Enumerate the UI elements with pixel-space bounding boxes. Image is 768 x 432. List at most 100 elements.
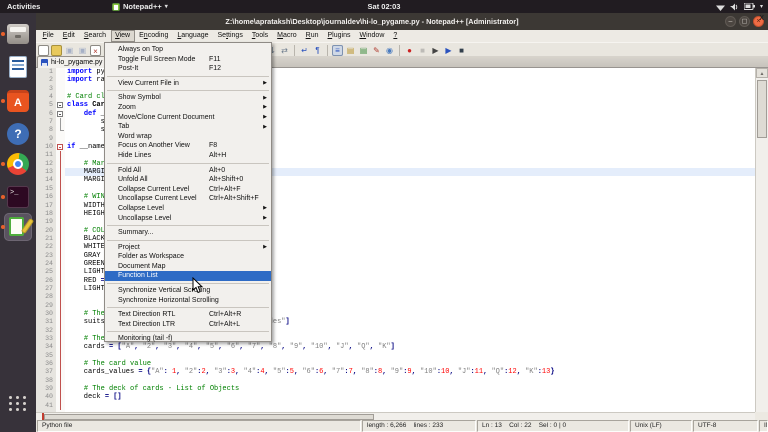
fold-collapse-icon[interactable] bbox=[56, 110, 65, 118]
maximize-button[interactable]: ◻ bbox=[739, 16, 750, 27]
menu-item-tab[interactable]: Tab▶ bbox=[105, 122, 271, 132]
tab-hi-lo-pygame[interactable]: hi-lo_pygame.py bbox=[37, 56, 108, 68]
status-encoding[interactable]: UTF-8 bbox=[693, 420, 758, 432]
status-insert-mode[interactable]: INS bbox=[759, 420, 768, 432]
menu-settings[interactable]: Settings bbox=[213, 30, 247, 42]
sync-horizontal-scrolling-icon[interactable]: ⇄ bbox=[279, 45, 290, 56]
menu-item-fold-all[interactable]: Fold AllAlt+0 bbox=[105, 166, 271, 176]
dock-item-notepad-plus-plus[interactable] bbox=[4, 213, 32, 241]
menu-item-summary[interactable]: Summary... bbox=[105, 228, 271, 238]
run-macro-multiple-icon[interactable]: ▶ bbox=[443, 45, 454, 56]
menu-macro[interactable]: Macro bbox=[273, 30, 301, 42]
document-map-icon[interactable]: ▤ bbox=[345, 45, 356, 56]
fold-margin-cell bbox=[56, 243, 65, 251]
dock-item-help[interactable]: ? bbox=[4, 120, 32, 148]
playback-macro-icon[interactable]: ▶ bbox=[430, 45, 441, 56]
menu-window[interactable]: Window bbox=[355, 30, 389, 42]
fold-collapse-icon[interactable] bbox=[56, 101, 65, 109]
close-document-icon[interactable]: × bbox=[90, 45, 101, 56]
menu-item-collapse-level[interactable]: Collapse Level▶ bbox=[105, 204, 271, 214]
fold-margin-cell bbox=[56, 377, 65, 385]
line-number: 32 bbox=[36, 327, 56, 335]
scroll-up-arrow-icon[interactable]: ▲ bbox=[756, 68, 768, 78]
menu-item-synchronize-horizontal-scrolling[interactable]: Synchronize Horizontal Scrolling bbox=[105, 296, 271, 306]
title-bar[interactable]: Z:\home\aprataksh\Desktop\journaldev\hi-… bbox=[36, 13, 768, 30]
menu-edit[interactable]: Edit bbox=[58, 30, 79, 42]
save-macro-icon[interactable]: ■ bbox=[456, 45, 467, 56]
menu-tools[interactable]: Tools bbox=[247, 30, 272, 42]
code-line-35[interactable] bbox=[65, 352, 768, 360]
menu-file[interactable]: File bbox=[38, 30, 58, 42]
system-tray[interactable]: ▾ bbox=[716, 0, 763, 13]
menu-plugins[interactable]: Plugins bbox=[323, 30, 355, 42]
menu-item-collapse-current-level[interactable]: Collapse Current LevelCtrl+Alt+F bbox=[105, 185, 271, 195]
code-line-36[interactable]: # The card value bbox=[65, 360, 768, 368]
code-line-37[interactable]: cards_values = {"A": 1, "2":2, "3":3, "4… bbox=[65, 368, 768, 376]
open-file-icon[interactable] bbox=[51, 45, 62, 56]
function-list-icon[interactable]: ≡ bbox=[332, 45, 343, 56]
menu-item-function-list[interactable]: Function List bbox=[105, 271, 271, 281]
record-macro-icon[interactable]: ● bbox=[404, 45, 415, 56]
dock-item-files[interactable] bbox=[4, 20, 32, 48]
menubar-close-button[interactable]: X bbox=[759, 13, 764, 25]
dock-item-terminal[interactable]: >_ bbox=[4, 183, 32, 211]
menu-item-folder-as-workspace[interactable]: Folder as Workspace bbox=[105, 252, 271, 262]
menu-item-project[interactable]: Project▶ bbox=[105, 243, 271, 253]
menu-item-unfold-all[interactable]: Unfold AllAlt+Shift+0 bbox=[105, 175, 271, 185]
menu-item-text-direction-rtl[interactable]: Text Direction RTLCtrl+Alt+R bbox=[105, 310, 271, 320]
menu-view[interactable]: View bbox=[111, 30, 135, 42]
minimize-button[interactable]: – bbox=[725, 16, 736, 27]
menu-item-uncollapse-level[interactable]: Uncollapse Level▶ bbox=[105, 214, 271, 224]
menu-item-show-symbol[interactable]: Show Symbol▶ bbox=[105, 93, 271, 103]
new-file-icon[interactable] bbox=[38, 45, 49, 56]
fold-collapse-icon[interactable] bbox=[56, 143, 65, 151]
menu-item-word-wrap[interactable]: Word wrap bbox=[105, 132, 271, 142]
menu-search[interactable]: Search bbox=[79, 30, 110, 42]
dock-item-app-grid[interactable] bbox=[4, 389, 32, 417]
menu-item-toggle-full-screen-mode[interactable]: Toggle Full Screen ModeF11 bbox=[105, 55, 271, 65]
dock-item-chrome[interactable] bbox=[4, 150, 32, 178]
menu-item-synchronize-vertical-scrolling[interactable]: Synchronize Vertical Scrolling bbox=[105, 286, 271, 296]
dock-item-ubuntu-software[interactable]: A bbox=[4, 87, 32, 115]
menu-item-document-map[interactable]: Document Map bbox=[105, 262, 271, 272]
vertical-scrollbar-thumb[interactable] bbox=[757, 80, 767, 138]
fold-margin-cell bbox=[56, 160, 65, 168]
menu-item-hide-lines[interactable]: Hide LinesAlt+H bbox=[105, 151, 271, 161]
menu-item-focus-on-another-view[interactable]: Focus on Another ViewF8 bbox=[105, 141, 271, 151]
code-line-39[interactable]: # The deck of cards - List of Objects bbox=[65, 385, 768, 393]
dock-item-libreoffice-writer[interactable] bbox=[4, 53, 32, 81]
word-wrap-icon[interactable]: ↵ bbox=[299, 45, 310, 56]
code-line-40[interactable]: deck = [] bbox=[65, 393, 768, 401]
code-line-41[interactable] bbox=[65, 402, 768, 410]
menu-language[interactable]: Language bbox=[173, 30, 213, 42]
menu-item-monitoring-tail-f[interactable]: Monitoring (tail -f) bbox=[105, 334, 271, 344]
menu-item-label: Tab bbox=[118, 123, 129, 130]
menu-item-view-current-file-in[interactable]: View Current File in▶ bbox=[105, 79, 271, 89]
app-menu-button[interactable]: Notepad++ ▾ bbox=[112, 0, 168, 13]
menu-item-always-on-top[interactable]: Always on Top bbox=[105, 45, 271, 55]
menu-item-text-direction-ltr[interactable]: Text Direction LTRCtrl+Alt+L bbox=[105, 320, 271, 330]
line-number: 3 bbox=[36, 85, 56, 93]
doc-switcher-icon[interactable]: ✎ bbox=[371, 45, 382, 56]
notepad-plus-plus-icon bbox=[6, 216, 30, 238]
code-line-38[interactable] bbox=[65, 377, 768, 385]
line-number: 23 bbox=[36, 252, 56, 260]
code-line-34[interactable]: cards = ["A", "2", "3", "4", "5", "6", "… bbox=[65, 343, 768, 351]
horizontal-scrollbar[interactable] bbox=[36, 412, 755, 420]
show-all-characters-icon[interactable]: ¶ bbox=[312, 45, 323, 56]
menu-encoding[interactable]: Encoding bbox=[135, 30, 173, 42]
status-eol-format[interactable]: Unix (LF) bbox=[630, 420, 692, 432]
menu-run[interactable]: Run bbox=[301, 30, 323, 42]
status-doc-type: Python file bbox=[37, 420, 361, 432]
tab-label: hi-lo_pygame.py bbox=[51, 59, 102, 66]
line-number: 14 bbox=[36, 176, 56, 184]
menu-?[interactable]: ? bbox=[389, 30, 402, 42]
monitoring-icon[interactable]: ◉ bbox=[384, 45, 395, 56]
menu-item-zoom[interactable]: Zoom▶ bbox=[105, 103, 271, 113]
menu-item-move-clone-current-document[interactable]: Move/Clone Current Document▶ bbox=[105, 113, 271, 123]
menu-item-post-it[interactable]: Post-ItF12 bbox=[105, 64, 271, 74]
menu-item-uncollapse-current-level[interactable]: Uncollapse Current LevelCtrl+Alt+Shift+F bbox=[105, 194, 271, 204]
toolbar-separator bbox=[294, 45, 295, 56]
vertical-scrollbar[interactable]: ▲ bbox=[755, 68, 768, 412]
folder-as-workspace-icon[interactable]: ▤ bbox=[358, 45, 369, 56]
